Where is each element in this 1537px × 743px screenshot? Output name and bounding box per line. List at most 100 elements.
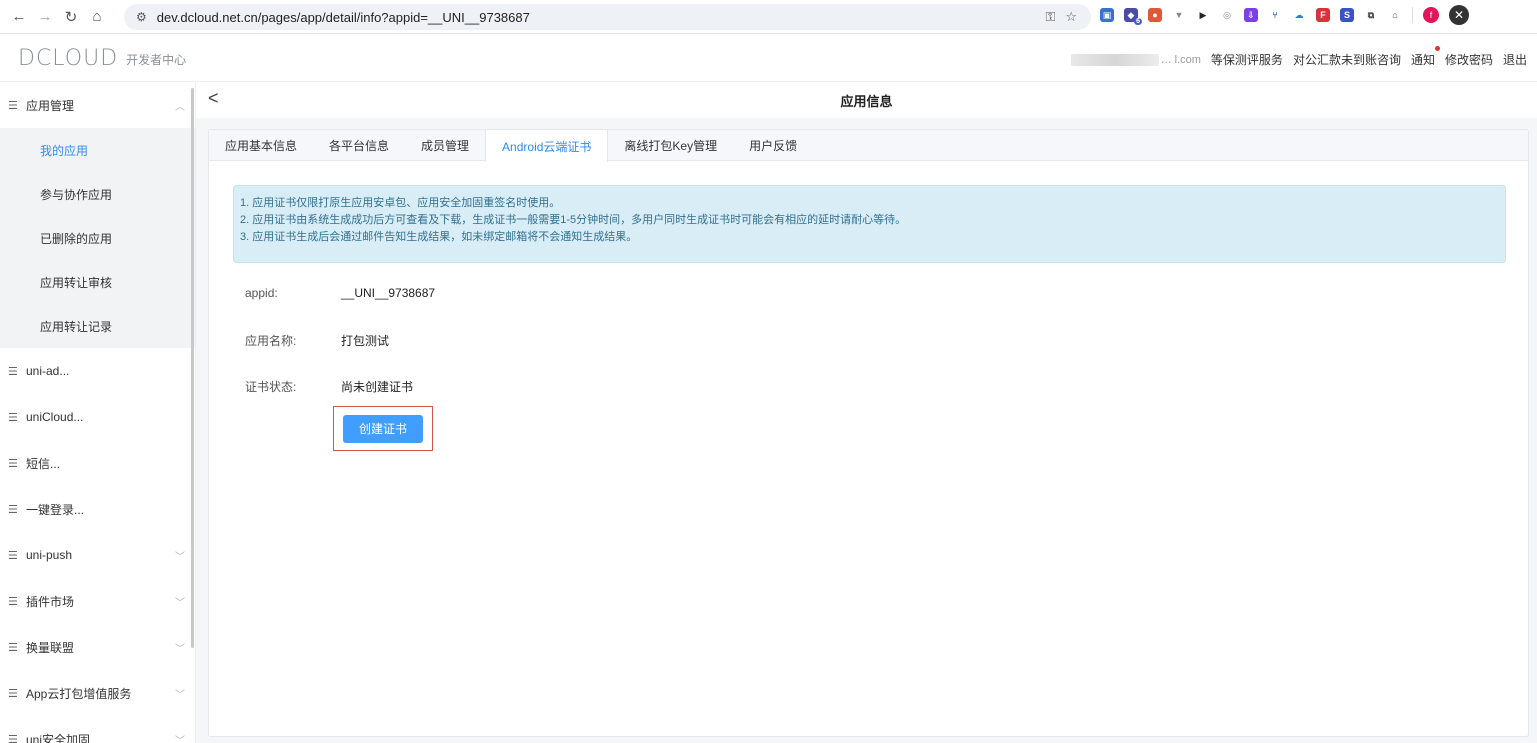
link-payment-inquiry[interactable]: 对公汇款未到账咨询: [1293, 51, 1401, 68]
alert-line: 3. 应用证书生成后会通过邮件告知生成结果，如未绑定邮箱将不会通知生成结果。: [240, 231, 638, 243]
sidebar-group-7[interactable]: ☰ App云打包增值服务 ﹀: [0, 670, 195, 716]
create-cert-highlight: 创建证书: [333, 406, 433, 451]
tab-2[interactable]: 成员管理: [405, 130, 485, 161]
alert-line: 1. 应用证书仅限打原生应用安卓包、应用安全加固重签名时使用。: [240, 197, 561, 209]
tab-3[interactable]: Android云端证书: [485, 130, 609, 162]
extension-cube-icon[interactable]: ◆ 6: [1124, 8, 1142, 25]
sidebar-group-5[interactable]: ☰ 插件市场 ﹀: [0, 578, 195, 624]
url-text: dev.dcloud.net.cn/pages/app/detail/info?…: [156, 9, 530, 25]
link-change-password[interactable]: 修改密码: [1445, 51, 1493, 68]
sidebar-group-label: uni-ad...: [26, 364, 70, 378]
appid-label: appid:: [245, 286, 278, 300]
password-key-icon[interactable]: ⚿: [1045, 9, 1055, 25]
field-cert-status: 证书状态: 尚未创建证书: [245, 378, 413, 395]
back-arrow-icon[interactable]: ←: [6, 4, 32, 30]
link-notifications[interactable]: 通知: [1410, 46, 1440, 68]
link-security-assessment[interactable]: 等保测评服务: [1211, 51, 1283, 68]
sidebar-item-transfer-review[interactable]: 应用转让审核: [0, 260, 195, 304]
notifications-label: 通知: [1410, 53, 1435, 67]
chevron-down-icon: ﹀: [175, 689, 185, 701]
sidebar-scrollbar[interactable]: [191, 82, 195, 743]
extension-vue-icon[interactable]: ▼: [1172, 8, 1186, 22]
forward-arrow-icon[interactable]: →: [32, 4, 58, 30]
extension-s-icon[interactable]: S: [1340, 8, 1354, 22]
alert-line: 2. 应用证书由系统生成成功后方可查看及下载，生成证书一般需要1-5分钟时间，多…: [240, 214, 907, 226]
list-icon: ☰: [8, 549, 18, 562]
extensions-bar: ▣ ◆ 6 ● ▼ ▶ ◎ ⇩ ⑂ ☁ F S ⧉ ⌂ f ✕: [1100, 5, 1469, 25]
app-name-value: 打包测试: [341, 334, 390, 348]
extension-blue-icon[interactable]: ▣: [1100, 8, 1114, 22]
chevron-up-icon: ︿: [175, 101, 185, 113]
list-icon: ☰: [8, 595, 18, 608]
home-icon[interactable]: ⌂: [84, 4, 110, 30]
extension-badge: 6: [1134, 18, 1142, 25]
user-email-blurred: [1070, 53, 1159, 66]
sidebar-item-transfer-records[interactable]: 应用转让记录: [0, 304, 195, 348]
user-email-suffix: … l.com: [1160, 53, 1201, 66]
sidebar-item-collab-apps[interactable]: 参与协作应用: [0, 172, 195, 216]
dcloud-logo[interactable]: DCLOUD 开发者中心: [18, 48, 186, 70]
app-info-panel: 应用基本信息 各平台信息 成员管理 Android云端证书 离线打包Key管理 用户反馈 …: [208, 129, 1529, 737]
chevron-down-icon: ﹀: [175, 551, 185, 563]
sidebar-group-3[interactable]: ☰ 一键登录...: [0, 486, 195, 532]
app-name-label: 应用名称:: [245, 334, 297, 348]
extension-circle-icon[interactable]: ◎: [1220, 8, 1234, 22]
sidebar-submenu: 我的应用 参与协作应用 已删除的应用 应用转让审核 应用转让记录: [0, 128, 195, 348]
main-content: < 应用信息 应用基本信息 各平台信息 成员管理 Android云端证书 离线打包Key…: [196, 82, 1537, 743]
extension-fork-icon[interactable]: ⑂: [1268, 8, 1282, 22]
sidebar-group-label: 应用管理: [26, 98, 75, 113]
profile-avatar[interactable]: f: [1423, 7, 1439, 23]
sidebar-item-deleted-apps[interactable]: 已删除的应用: [0, 216, 195, 260]
user-account[interactable]: … l.com: [1070, 53, 1201, 66]
sidebar-scroll-thumb[interactable]: [191, 88, 194, 648]
list-icon: ☰: [8, 503, 18, 516]
list-icon: ☰: [8, 411, 18, 424]
extension-fe-icon[interactable]: F: [1316, 8, 1330, 22]
tab-0[interactable]: 应用基本信息: [209, 130, 313, 161]
list-icon: ☰: [8, 365, 18, 378]
extensions-puzzle-icon[interactable]: ⌂: [1388, 8, 1402, 22]
sidebar-group-label: 插件市场: [26, 594, 75, 609]
extension-cloud-icon[interactable]: ☁: [1292, 8, 1306, 22]
list-icon: ☰: [8, 733, 18, 743]
tab-4[interactable]: 离线打包Key管理: [608, 130, 733, 161]
sidebar-group-4[interactable]: ☰ uni-push ﹀: [0, 532, 195, 578]
sidebar-group-label: uni安全加固: [26, 732, 91, 743]
sidebar-item-my-apps[interactable]: 我的应用: [0, 128, 195, 172]
sidebar-group-6[interactable]: ☰ 换量联盟 ﹀: [0, 624, 195, 670]
site-header: DCLOUD 开发者中心 … l.com 等保测评服务 对公汇款未到账咨询 通知…: [0, 34, 1537, 82]
cert-status-value: 尚未创建证书: [341, 380, 414, 394]
sidebar-group-8[interactable]: ☰ uni安全加固 ﹀: [0, 716, 195, 743]
sidebar-group-label: 短信...: [26, 456, 61, 471]
sidebar-group-0[interactable]: ☰ uni-ad...: [0, 348, 195, 394]
chevron-down-icon: ﹀: [175, 735, 185, 743]
extension-download-icon[interactable]: ⇩: [1244, 8, 1258, 22]
list-icon: ☰: [8, 641, 18, 654]
chevron-down-icon: ﹀: [175, 643, 185, 655]
sidebar-group-2[interactable]: ☰ 短信...: [0, 440, 195, 486]
extension-copy-icon[interactable]: ⧉: [1364, 8, 1378, 22]
chevron-down-icon: ﹀: [175, 597, 185, 609]
field-appid: appid: __UNI__9738687: [245, 286, 435, 300]
extension-tomato-icon[interactable]: ●: [1148, 8, 1162, 22]
site-settings-icon[interactable]: ⚙: [136, 10, 147, 24]
list-icon: ☰: [8, 99, 18, 112]
reload-icon[interactable]: ↻: [58, 4, 84, 30]
sidebar-group-1[interactable]: ☰ uniCloud...: [0, 394, 195, 440]
tab-5[interactable]: 用户反馈: [733, 130, 813, 161]
info-alert: 1. 应用证书仅限打原生应用安卓包、应用安全加固重签名时使用。 2. 应用证书由…: [233, 185, 1506, 263]
address-bar[interactable]: ⚙ dev.dcloud.net.cn/pages/app/detail/inf…: [124, 4, 1091, 30]
extension-play-icon[interactable]: ▶: [1196, 8, 1210, 22]
sidebar: ☰ 应用管理 ︿ 我的应用 参与协作应用 已删除的应用 应用转让审核 应用转让记…: [0, 82, 196, 743]
link-logout[interactable]: 退出: [1503, 51, 1527, 68]
bookmark-star-icon[interactable]: ☆: [1065, 9, 1077, 25]
sidebar-group-label: App云打包增值服务: [26, 686, 132, 701]
header-links: … l.com 等保测评服务 对公汇款未到账咨询 通知 修改密码 退出: [1070, 46, 1527, 68]
sidebar-group-app-manage[interactable]: ☰ 应用管理 ︿: [0, 82, 195, 128]
sidebar-group-label: uniCloud...: [26, 410, 84, 424]
sidebar-group-label: 一键登录...: [26, 502, 85, 517]
logo-subtitle: 开发者中心: [126, 52, 187, 67]
close-icon[interactable]: ✕: [1449, 5, 1469, 25]
create-certificate-button[interactable]: 创建证书: [343, 414, 423, 443]
tab-1[interactable]: 各平台信息: [313, 130, 405, 161]
